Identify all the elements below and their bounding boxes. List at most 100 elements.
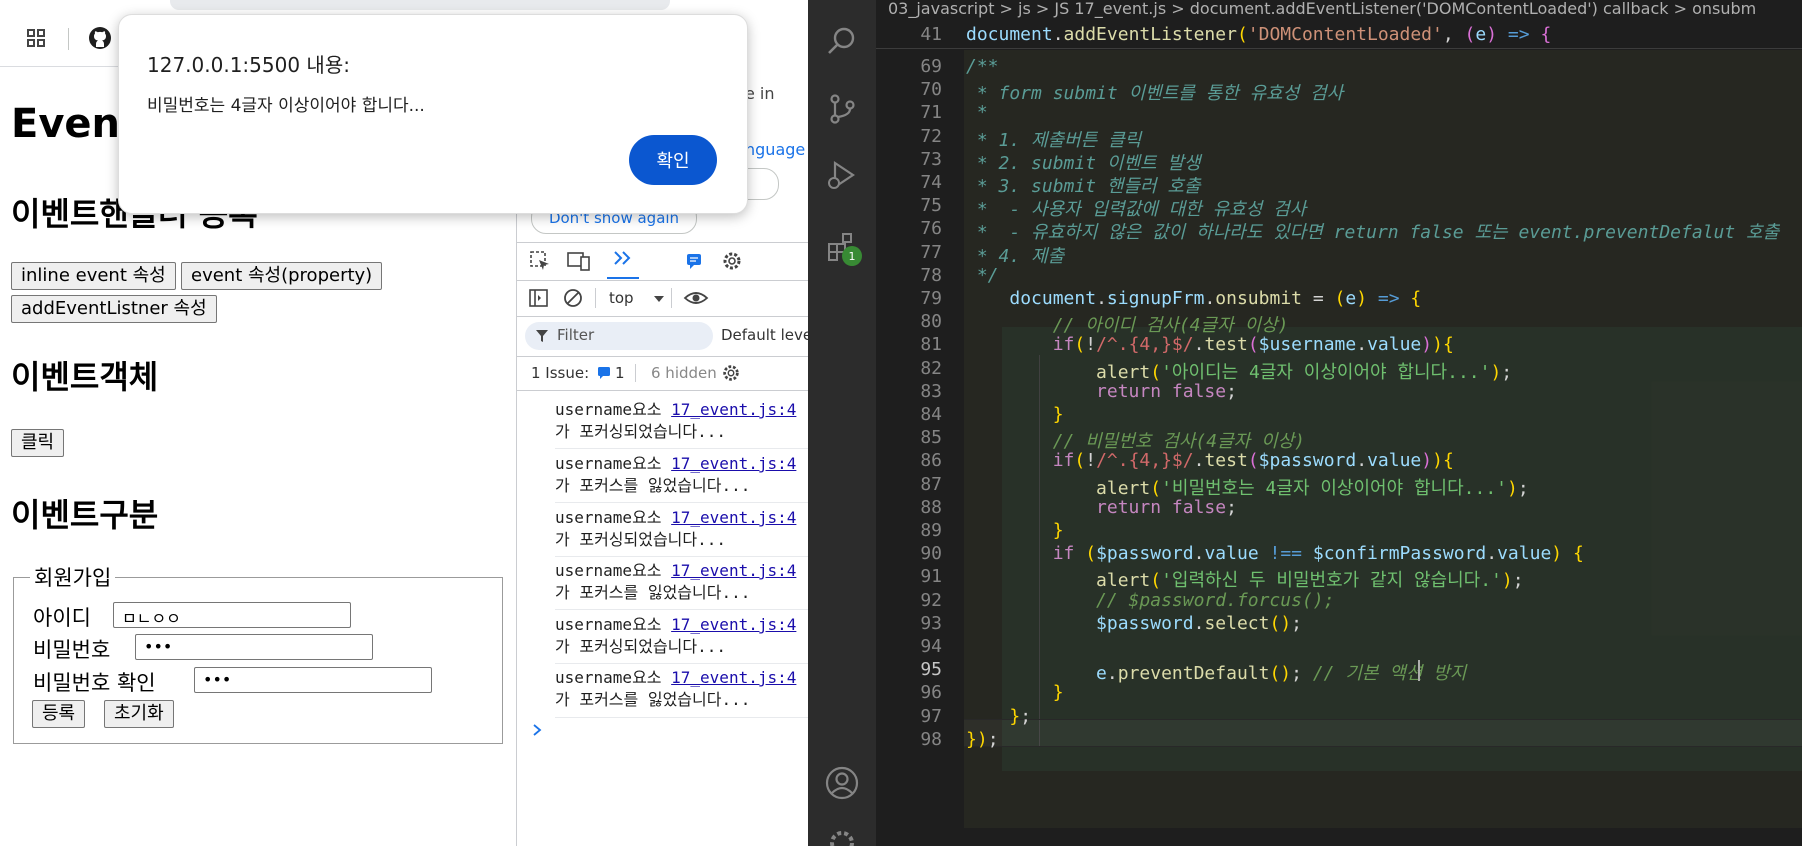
log-source-link[interactable]: 17_event.js:4 — [671, 400, 796, 419]
page-title: Even — [11, 101, 121, 147]
log-source-link[interactable]: 17_event.js:4 — [671, 615, 796, 634]
event-property-button[interactable]: event 속성(property) — [181, 262, 383, 290]
device-toolbar-icon[interactable] — [567, 250, 591, 276]
code-line[interactable]: // 아이디 검사(4글자 이상) — [966, 311, 1289, 337]
code-line[interactable]: if(!/^.{4,}$/.test($password.value)){ — [966, 450, 1454, 471]
log-source-link[interactable]: 17_event.js:4 — [671, 454, 796, 473]
issues-label[interactable]: 1 Issue: — [531, 364, 589, 382]
code-editor[interactable]: 41 document.addEventListener('DOMContent… — [876, 22, 1802, 846]
line-number: 85 — [920, 427, 942, 449]
username-label: 아이디 — [33, 606, 91, 630]
code-line[interactable]: } — [966, 404, 1064, 425]
live-expression-eye-icon[interactable] — [683, 288, 709, 312]
log-text: username요소 — [555, 508, 672, 527]
clear-console-icon[interactable] — [563, 288, 583, 312]
run-debug-icon[interactable] — [821, 154, 863, 196]
line-number: 96 — [920, 682, 942, 704]
code-line[interactable]: alert('입력하신 두 비밀번호가 같지 않습니다.'); — [966, 566, 1524, 592]
console-settings-icon[interactable] — [721, 363, 741, 387]
code-line[interactable]: e.preventDefault(); // 기본 액션 방지 — [966, 659, 1466, 685]
code-line[interactable]: * — [966, 102, 988, 123]
alert-ok-button[interactable]: 확인 — [629, 135, 717, 185]
line-number: 78 — [920, 264, 942, 286]
line-number: 95 — [920, 659, 942, 681]
code-line[interactable]: * 4. 제출 — [966, 242, 1064, 268]
manage-gear-icon[interactable] — [821, 822, 863, 846]
log-text: 가 포커스를 잃었습니다... — [555, 476, 751, 495]
activity-bar: 1 — [808, 0, 876, 846]
apps-grid-icon[interactable] — [22, 24, 50, 52]
code-line[interactable]: return false; — [966, 381, 1237, 402]
console-prompt-chevron-icon[interactable] — [531, 722, 543, 741]
github-icon[interactable] — [86, 24, 114, 52]
issues-separator — [635, 364, 636, 382]
submit-button[interactable]: 등록 — [32, 700, 86, 728]
code-line[interactable]: /** — [966, 56, 999, 77]
line-number: 76 — [920, 218, 942, 240]
context-selector[interactable]: top — [609, 289, 634, 307]
line-number: 69 — [920, 56, 942, 77]
code-line[interactable]: alert('아이디는 4글자 이상이어야 합니다...'); — [966, 358, 1512, 384]
devtools-divider — [517, 242, 808, 243]
confirm-password-input[interactable]: ••• — [194, 667, 432, 693]
inline-event-button[interactable]: inline event 속성 — [11, 262, 176, 290]
alert-title: 127.0.0.1:5500 내용: — [147, 53, 350, 77]
code-line[interactable]: // $password.forcus(); — [966, 590, 1334, 611]
code-line[interactable]: * 3. submit 핸들러 호출 — [966, 172, 1201, 198]
code-line[interactable]: }; — [966, 706, 1031, 727]
devtools-divider-2 — [517, 280, 808, 281]
devtools-language-link[interactable]: nguage — [745, 140, 805, 159]
log-separator — [555, 717, 808, 718]
reset-button[interactable]: 초기화 — [104, 700, 174, 728]
log-source-link[interactable]: 17_event.js:4 — [671, 508, 796, 527]
issue-icon — [597, 365, 611, 384]
code-line[interactable]: // 비밀번호 검사(4글자 이상) — [966, 427, 1305, 453]
console-log-entry: username요소 17_event.js:4 가 포커싱되었습니다... — [555, 507, 808, 551]
sticky-scroll-header[interactable]: 41 document.addEventListener('DOMContent… — [876, 22, 1802, 49]
code-line[interactable]: return false; — [966, 497, 1237, 518]
search-icon[interactable] — [821, 20, 863, 62]
settings-gear-icon[interactable] — [721, 250, 743, 276]
context-dropdown-icon[interactable] — [654, 296, 664, 302]
code-line[interactable]: } — [966, 520, 1064, 541]
code-line[interactable]: }); — [966, 729, 999, 750]
messages-icon[interactable] — [685, 252, 703, 274]
password-input[interactable]: ••• — [135, 634, 373, 660]
code-line[interactable]: alert('비밀번호는 4글자 이상이어야 합니다...'); — [966, 474, 1529, 500]
code-line[interactable]: if ($password.value !== $confirmPassword… — [966, 543, 1584, 564]
address-bar[interactable] — [170, 0, 670, 10]
line-number: 77 — [920, 241, 942, 263]
line-number: 70 — [920, 79, 942, 101]
code-line[interactable]: */ — [966, 265, 999, 286]
sticky-line-number: 41 — [920, 24, 942, 45]
log-text: 가 포커스를 잃었습니다... — [555, 690, 751, 709]
console-log-entry: username요소 17_event.js:4 가 포커싱되었습니다... — [555, 614, 808, 658]
code-line[interactable]: $password.select(); — [966, 613, 1302, 634]
log-source-link[interactable]: 17_event.js:4 — [671, 668, 796, 687]
code-line[interactable]: * form submit 이벤트를 통한 유효성 검사 — [966, 79, 1343, 105]
inspect-element-icon[interactable] — [529, 250, 551, 276]
breadcrumb[interactable]: 03_javascript > js > JS 17_event.js > do… — [876, 0, 1802, 20]
add-event-listener-button[interactable]: addEventListner 속성 — [11, 295, 217, 323]
filter-input[interactable]: Filter — [525, 322, 713, 350]
log-levels-dropdown[interactable]: Default leve — [721, 326, 808, 344]
code-line[interactable]: if(!/^.{4,}$/.test($username.value)){ — [966, 334, 1454, 355]
line-number: 88 — [920, 496, 942, 518]
more-tabs-icon[interactable] — [607, 247, 639, 279]
source-control-icon[interactable] — [821, 88, 863, 130]
code-line[interactable]: * 2. submit 이벤트 발생 — [966, 149, 1201, 175]
code-line[interactable]: } — [966, 682, 1064, 703]
console-log-entry: username요소 17_event.js:4 가 포커스를 잃었습니다... — [555, 667, 808, 711]
log-source-link[interactable]: 17_event.js:4 — [671, 561, 796, 580]
click-button[interactable]: 클릭 — [11, 429, 65, 457]
code-line[interactable]: * 1. 제출버튼 클릭 — [966, 126, 1141, 152]
toolbar-separator — [595, 288, 596, 308]
code-line[interactable]: * - 유효하지 않은 값이 하나라도 있다면 return false 또는 … — [966, 218, 1779, 244]
code-line[interactable]: document.signupFrm.onsubmit = (e) => { — [966, 288, 1421, 309]
code-line[interactable]: * - 사용자 입력값에 대한 유효성 검사 — [966, 195, 1306, 221]
username-input[interactable]: ㅁㄴㅇㅇ — [113, 602, 351, 628]
sidebar-toggle-icon[interactable] — [529, 288, 549, 312]
line-number: 89 — [920, 520, 942, 541]
current-line-highlight — [964, 719, 1802, 747]
accounts-icon[interactable] — [821, 762, 863, 804]
